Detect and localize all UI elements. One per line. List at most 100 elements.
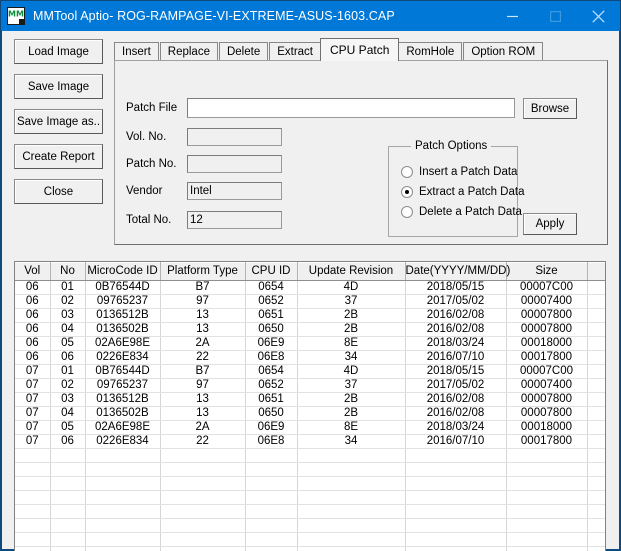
table-cell-empty [245, 532, 298, 547]
table-cell-size: 00017800 [506, 350, 588, 365]
table-header-row: Vol No MicroCode ID Platform Type CPU ID… [15, 262, 605, 281]
table-cell-no: 04 [50, 406, 86, 421]
apply-button[interactable]: Apply [523, 213, 577, 235]
table-row[interactable]: 06 06 0226E834 22 06E8 34 2016/07/10 00017800 [15, 350, 605, 365]
tab-extract[interactable]: Extract [269, 42, 322, 61]
table-cell-empty [160, 462, 246, 477]
patch-file-input[interactable] [187, 98, 515, 118]
table-cell-no: 04 [50, 322, 86, 337]
table-row[interactable]: 07 05 02A6E98E 2A 06E9 8E 2018/03/24 00018000 [15, 420, 605, 435]
table-cell-empty [587, 462, 605, 477]
patch-no-field[interactable] [187, 155, 282, 173]
table-row-empty[interactable] [15, 462, 605, 477]
table-cell-empty [85, 476, 161, 491]
table-cell-empty [245, 462, 298, 477]
table-cell-microcode-id: 0B76544D [85, 280, 161, 295]
tab-cpu-patch[interactable]: CPU Patch [320, 38, 400, 61]
maximize-button[interactable] [534, 1, 577, 31]
table-row[interactable]: 06 02 09765237 97 0652 37 2017/05/02 00007400 [15, 294, 605, 309]
table-cell-date-yyyy-mm-dd: 2017/05/02 [405, 378, 507, 393]
table-row[interactable]: 07 02 09765237 97 0652 37 2017/05/02 00007400 [15, 378, 605, 393]
table-row[interactable]: 06 05 02A6E98E 2A 06E9 8E 2018/03/24 00018000 [15, 336, 605, 351]
col-header-microcode-id[interactable]: MicroCode ID [85, 262, 161, 281]
tab-romhole[interactable]: RomHole [398, 42, 463, 61]
radio-delete-patch-data[interactable]: Delete a Patch Data [401, 206, 522, 218]
table-cell-platform-type: 2A [160, 336, 246, 351]
table-row[interactable]: 07 06 0226E834 22 06E8 34 2016/07/10 00017800 [15, 434, 605, 449]
table-row[interactable]: 07 04 0136502B 13 0650 2B 2016/02/08 00007800 [15, 406, 605, 421]
table-row-empty[interactable] [15, 504, 605, 519]
table-cell-update-revision: 34 [297, 434, 406, 449]
table-cell-vol: 06 [15, 294, 51, 309]
save-image-button[interactable]: Save Image [14, 74, 103, 99]
total-no-field[interactable]: 12 [187, 211, 282, 229]
table-row-empty[interactable] [15, 518, 605, 533]
minimize-button[interactable] [491, 1, 534, 31]
col-header-vol[interactable]: Vol [15, 262, 51, 281]
col-header-platform-type[interactable]: Platform Type [160, 262, 246, 281]
col-header-size[interactable]: Size [506, 262, 588, 281]
col-header-cpu-id[interactable]: CPU ID [245, 262, 298, 281]
table-row-empty[interactable] [15, 532, 605, 547]
table-cell-empty [85, 504, 161, 519]
table-row[interactable]: 06 04 0136502B 13 0650 2B 2016/02/08 00007800 [15, 322, 605, 337]
radio-insert-patch-data[interactable]: Insert a Patch Data [401, 166, 517, 178]
table-cell-empty [506, 448, 588, 463]
table-cell-date-yyyy-mm-dd: 2017/05/02 [405, 294, 507, 309]
table-row[interactable]: 07 01 0B76544D B7 0654 4D 2018/05/15 00007C00 [15, 364, 605, 379]
table-cell-empty [587, 448, 605, 463]
radio-circle-icon [401, 166, 413, 178]
tab-option-rom[interactable]: Option ROM [463, 42, 544, 61]
table-cell-date-yyyy-mm-dd: 2018/05/15 [405, 364, 507, 379]
browse-button[interactable]: Browse [523, 98, 577, 119]
table-cell-empty [506, 462, 588, 477]
table-cell-cpu-id: 0652 [245, 294, 298, 309]
tab-replace[interactable]: Replace [159, 42, 218, 61]
table-row[interactable]: 06 03 0136512B 13 0651 2B 2016/02/08 00007800 [15, 308, 605, 323]
col-header-no[interactable]: No [50, 262, 86, 281]
col-header-filler[interactable] [587, 262, 605, 281]
vol-no-field[interactable] [187, 128, 282, 146]
table-cell-cpu-id: 06E8 [245, 350, 298, 365]
save-image-as-button[interactable]: Save Image as.. [14, 109, 103, 134]
radio-circle-selected-icon [401, 186, 413, 198]
table-cell-filler [587, 406, 605, 421]
table-cell-date-yyyy-mm-dd: 2018/05/15 [405, 280, 507, 295]
table-cell-size: 00018000 [506, 336, 588, 351]
table-cell-platform-type: 22 [160, 434, 246, 449]
load-image-button[interactable]: Load Image [14, 39, 103, 64]
table-row-empty[interactable] [15, 476, 605, 491]
col-header-update-revision[interactable]: Update Revision [297, 262, 406, 281]
table-cell-empty [160, 448, 246, 463]
table-row-empty[interactable] [15, 546, 605, 551]
table-cell-vol: 06 [15, 322, 51, 337]
table-row[interactable]: 06 01 0B76544D B7 0654 4D 2018/05/15 00007C00 [15, 280, 605, 295]
table-row-empty[interactable] [15, 490, 605, 505]
create-report-button[interactable]: Create Report [14, 144, 103, 169]
table-cell-no: 05 [50, 336, 86, 351]
table-cell-update-revision: 37 [297, 294, 406, 309]
table-cell-empty [297, 490, 406, 505]
patch-options-group: Patch Options Insert a Patch Data Extrac… [388, 140, 524, 237]
table-row[interactable]: 07 03 0136512B 13 0651 2B 2016/02/08 00007800 [15, 392, 605, 407]
table-cell-date-yyyy-mm-dd: 2016/02/08 [405, 322, 507, 337]
table-cell-microcode-id: 0136502B [85, 322, 161, 337]
patch-no-label: Patch No. [126, 158, 177, 170]
table-cell-empty [245, 476, 298, 491]
tab-delete[interactable]: Delete [218, 42, 269, 61]
close-app-button[interactable]: Close [14, 179, 103, 204]
table-row-empty[interactable] [15, 448, 605, 463]
table-cell-platform-type: 97 [160, 378, 246, 393]
microcode-table[interactable]: Vol No MicroCode ID Platform Type CPU ID… [14, 261, 606, 551]
table-cell-platform-type: B7 [160, 280, 246, 295]
table-cell-vol: 07 [15, 420, 51, 435]
close-button[interactable] [577, 1, 620, 31]
vendor-field[interactable]: Intel [187, 182, 282, 200]
table-cell-date-yyyy-mm-dd: 2016/02/08 [405, 308, 507, 323]
radio-extract-patch-data[interactable]: Extract a Patch Data [401, 186, 524, 198]
table-cell-filler [587, 420, 605, 435]
table-cell-cpu-id: 06E9 [245, 336, 298, 351]
tab-insert[interactable]: Insert [114, 42, 159, 61]
col-header-date[interactable]: Date(YYYY/MM/DD) [405, 262, 510, 281]
table-cell-no: 02 [50, 378, 86, 393]
